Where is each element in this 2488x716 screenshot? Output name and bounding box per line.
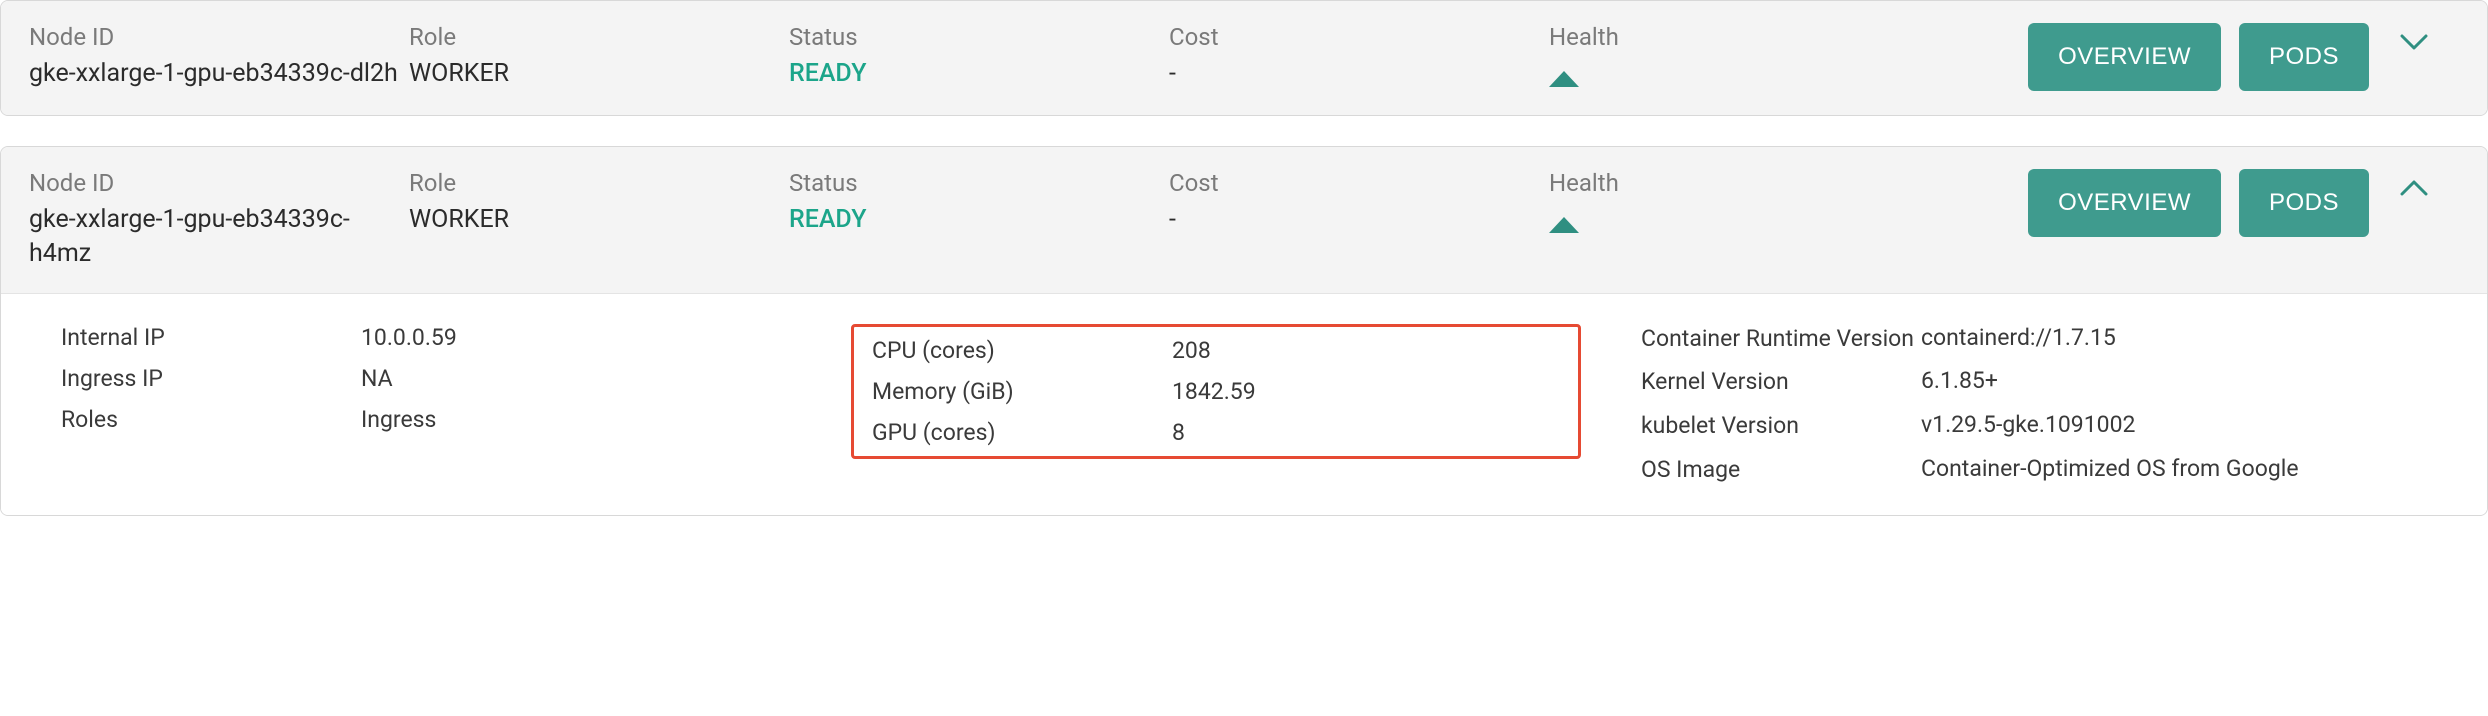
node-card: Node ID gke-xxlarge-1-gpu-eb34339c-dl2h … [0, 0, 2488, 116]
value-node-id: gke-xxlarge-1-gpu-eb34339c-dl2h [29, 57, 409, 91]
label-status: Status [789, 23, 1169, 51]
detail-value: Ingress [361, 406, 436, 433]
detail-cpu: CPU (cores) 208 [872, 337, 1560, 364]
detail-label: Kernel Version [1641, 367, 1921, 397]
details-column-system: Container Runtime Version containerd://1… [1601, 324, 2487, 486]
detail-kernel: Kernel Version 6.1.85+ [1641, 367, 2487, 397]
value-node-id: gke-xxlarge-1-gpu-eb34339c-h4mz [29, 203, 409, 271]
detail-os: OS Image Container-Optimized OS from Goo… [1641, 455, 2487, 485]
detail-value: NA [361, 365, 393, 392]
column-cost: Cost - [1169, 23, 1549, 91]
label-health: Health [1549, 23, 1769, 51]
node-details: Internal IP 10.0.0.59 Ingress IP NA Role… [1, 294, 2487, 516]
label-status: Status [789, 169, 1169, 197]
detail-gpu: GPU (cores) 8 [872, 419, 1560, 446]
column-role: Role WORKER [409, 23, 789, 91]
column-status: Status READY [789, 23, 1169, 91]
column-expand [2369, 23, 2459, 64]
detail-value: 6.1.85+ [1921, 367, 1998, 394]
value-status: READY [789, 203, 1169, 237]
detail-value: 10.0.0.59 [361, 324, 457, 351]
label-health: Health [1549, 169, 1769, 197]
column-node-id: Node ID gke-xxlarge-1-gpu-eb34339c-h4mz [29, 169, 409, 271]
pods-button[interactable]: PODS [2239, 169, 2369, 237]
column-health: Health [1549, 23, 1769, 93]
detail-value: 208 [1172, 337, 1211, 364]
label-node-id: Node ID [29, 169, 409, 197]
detail-value: v1.29.5-gke.1091002 [1921, 411, 2135, 438]
detail-value: containerd://1.7.15 [1921, 324, 2116, 351]
detail-label: OS Image [1641, 455, 1921, 485]
chevron-up-icon [2400, 179, 2428, 197]
detail-internal-ip: Internal IP 10.0.0.59 [61, 324, 831, 351]
detail-label: kubelet Version [1641, 411, 1921, 441]
detail-label: CPU (cores) [872, 337, 1172, 364]
column-role: Role WORKER [409, 169, 789, 237]
details-column-resources: CPU (cores) 208 Memory (GiB) 1842.59 GPU… [831, 324, 1601, 486]
detail-label: Roles [61, 406, 361, 433]
label-role: Role [409, 23, 789, 51]
pods-button[interactable]: PODS [2239, 23, 2369, 91]
label-node-id: Node ID [29, 23, 409, 51]
value-cost: - [1169, 203, 1549, 237]
detail-label: Container Runtime Version [1641, 324, 1921, 354]
resources-highlight-box: CPU (cores) 208 Memory (GiB) 1842.59 GPU… [851, 324, 1581, 459]
column-node-id: Node ID gke-xxlarge-1-gpu-eb34339c-dl2h [29, 23, 409, 91]
column-cost: Cost - [1169, 169, 1549, 237]
detail-container-runtime: Container Runtime Version containerd://1… [1641, 324, 2487, 354]
value-role: WORKER [409, 57, 789, 91]
chevron-down-icon [2400, 33, 2428, 51]
column-actions: OVERVIEW PODS [1769, 23, 2369, 91]
value-status: READY [789, 57, 1169, 91]
label-cost: Cost [1169, 23, 1549, 51]
value-role: WORKER [409, 203, 789, 237]
column-actions: OVERVIEW PODS [1769, 169, 2369, 237]
detail-ingress-ip: Ingress IP NA [61, 365, 831, 392]
label-role: Role [409, 169, 789, 197]
overview-button[interactable]: OVERVIEW [2028, 169, 2221, 237]
value-cost: - [1169, 57, 1549, 91]
node-card: Node ID gke-xxlarge-1-gpu-eb34339c-h4mz … [0, 146, 2488, 516]
detail-label: Ingress IP [61, 365, 361, 392]
detail-label: Internal IP [61, 324, 361, 351]
column-expand [2369, 169, 2459, 210]
collapse-toggle[interactable] [2390, 169, 2438, 210]
detail-value: 1842.59 [1172, 378, 1256, 405]
overview-button[interactable]: OVERVIEW [2028, 23, 2221, 91]
detail-value: 8 [1172, 419, 1185, 446]
label-cost: Cost [1169, 169, 1549, 197]
column-health: Health [1549, 169, 1769, 239]
details-column-network: Internal IP 10.0.0.59 Ingress IP NA Role… [1, 324, 831, 486]
detail-label: Memory (GiB) [872, 378, 1172, 405]
health-up-icon [1549, 211, 1769, 239]
detail-memory: Memory (GiB) 1842.59 [872, 378, 1560, 405]
detail-kubelet: kubelet Version v1.29.5-gke.1091002 [1641, 411, 2487, 441]
column-status: Status READY [789, 169, 1169, 237]
health-up-icon [1549, 65, 1769, 93]
detail-roles: Roles Ingress [61, 406, 831, 433]
expand-toggle[interactable] [2390, 23, 2438, 64]
detail-value: Container-Optimized OS from Google [1921, 455, 2299, 482]
detail-label: GPU (cores) [872, 419, 1172, 446]
node-header: Node ID gke-xxlarge-1-gpu-eb34339c-dl2h … [1, 1, 2487, 115]
node-header: Node ID gke-xxlarge-1-gpu-eb34339c-h4mz … [1, 147, 2487, 294]
